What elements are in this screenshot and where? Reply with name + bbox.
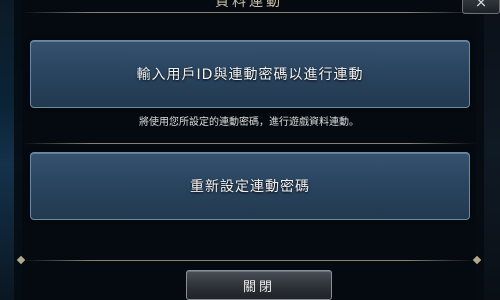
divider-ornament-left — [16, 255, 26, 265]
input-id-and-password-label: 輸入用戶ID與連動密碼以進行連動 — [136, 67, 364, 83]
input-id-and-password-button[interactable]: 輸入用戶ID與連動密碼以進行連動 — [30, 40, 470, 108]
link-description: 將使用您所設定的連動密碼，進行遊戲資料連動。 — [139, 117, 359, 128]
bottom-divider — [22, 260, 476, 261]
top-divider — [22, 12, 476, 13]
close-button-label: 關閉 — [242, 279, 275, 295]
data-link-dialog: 資料連動 × 輸入用戶ID與連動密碼以進行連動 將使用您所設定的連動密碼，進行遊… — [14, 0, 500, 300]
reset-link-password-button[interactable]: 重新設定連動密碼 — [30, 152, 470, 220]
reset-link-password-label: 重新設定連動密碼 — [190, 179, 310, 195]
close-button[interactable]: 關閉 — [186, 270, 332, 300]
divider-ornament-right — [472, 255, 482, 265]
middle-divider — [22, 143, 476, 144]
dialog-title: 資料連動 — [215, 0, 283, 10]
